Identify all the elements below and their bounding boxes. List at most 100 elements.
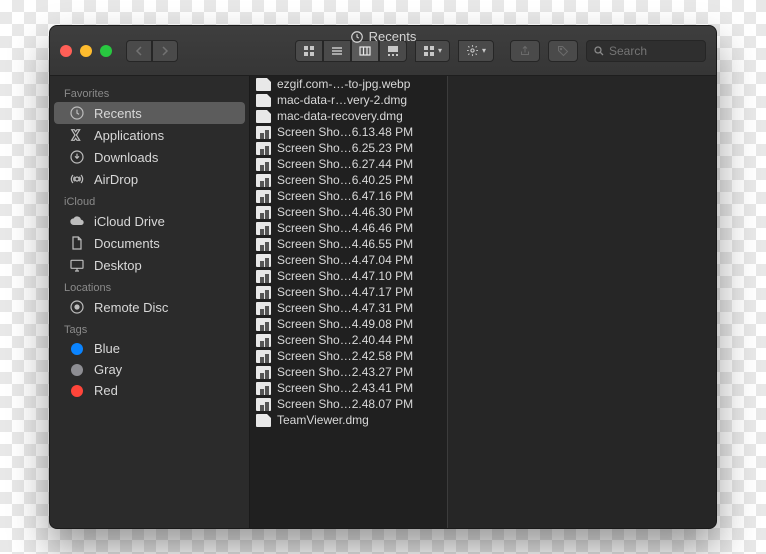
fullscreen-button[interactable] xyxy=(100,45,112,57)
view-list-button[interactable] xyxy=(323,40,351,62)
tag-button[interactable] xyxy=(548,40,578,62)
file-name: mac-data-r…very-2.dmg xyxy=(277,93,441,107)
image-icon xyxy=(256,206,271,219)
sidebar-item-red[interactable]: Red xyxy=(54,380,245,401)
file-name: Screen Sho…4.46.55 PM xyxy=(277,237,441,251)
image-icon xyxy=(256,158,271,171)
file-name: Screen Sho…4.46.30 PM xyxy=(277,205,441,219)
document-icon xyxy=(256,78,271,91)
image-icon xyxy=(256,382,271,395)
image-icon xyxy=(256,302,271,315)
sidebar-section-header: Favorites xyxy=(50,82,249,102)
sidebar-item-documents[interactable]: Documents xyxy=(54,232,245,254)
sidebar: FavoritesRecents Applications Downloads Air… xyxy=(50,76,250,528)
file-row[interactable]: Screen Sho…4.46.55 PM xyxy=(250,236,447,252)
group-button[interactable]: ▾ xyxy=(415,40,450,62)
file-row[interactable]: Screen Sho…6.27.44 PM xyxy=(250,156,447,172)
nav-buttons xyxy=(126,40,178,62)
sidebar-item-label: Gray xyxy=(94,362,122,377)
titlebar: Recents xyxy=(50,26,716,76)
view-mode-segment xyxy=(295,40,407,62)
sidebar-item-downloads[interactable]: Downloads xyxy=(54,146,245,168)
file-row[interactable]: Screen Sho…2.40.44 PM xyxy=(250,332,447,348)
file-row[interactable]: Screen Sho…6.40.25 PM xyxy=(250,172,447,188)
disc-icon xyxy=(68,299,86,315)
file-row[interactable]: TeamViewer.dmg xyxy=(250,412,447,428)
traffic-lights xyxy=(60,45,112,57)
image-icon xyxy=(256,238,271,251)
file-name: Screen Sho…4.49.08 PM xyxy=(277,317,441,331)
view-gallery-button[interactable] xyxy=(379,40,407,62)
file-name: Screen Sho…6.13.48 PM xyxy=(277,125,441,139)
sidebar-item-icloud-drive[interactable]: iCloud Drive xyxy=(54,210,245,232)
close-button[interactable] xyxy=(60,45,72,57)
view-columns-button[interactable] xyxy=(351,40,379,62)
file-row[interactable]: mac-data-recovery.dmg xyxy=(250,108,447,124)
file-row[interactable]: Screen Sho…6.13.48 PM xyxy=(250,124,447,140)
file-row[interactable]: Screen Sho…4.46.30 PM xyxy=(250,204,447,220)
file-row[interactable]: Screen Sho…6.47.16 PM xyxy=(250,188,447,204)
file-name: mac-data-recovery.dmg xyxy=(277,109,441,123)
file-name: Screen Sho…4.47.04 PM xyxy=(277,253,441,267)
clock-icon xyxy=(68,105,86,121)
file-row[interactable]: Screen Sho…2.43.27 PM xyxy=(250,364,447,380)
sidebar-item-remote-disc[interactable]: Remote Disc xyxy=(54,296,245,318)
sidebar-item-desktop[interactable]: Desktop xyxy=(54,254,245,276)
file-row[interactable]: mac-data-r…very-2.dmg xyxy=(250,92,447,108)
file-name: Screen Sho…2.43.27 PM xyxy=(277,365,441,379)
file-row[interactable]: Screen Sho…4.47.10 PM xyxy=(250,268,447,284)
cloud-icon xyxy=(68,213,86,229)
finder-window: Recents xyxy=(49,25,717,529)
file-row[interactable]: Screen Sho…4.47.17 PM xyxy=(250,284,447,300)
image-icon xyxy=(256,286,271,299)
image-icon xyxy=(256,254,271,267)
document-icon xyxy=(256,414,271,427)
file-row[interactable]: Screen Sho…2.42.58 PM xyxy=(250,348,447,364)
sidebar-section-header: iCloud xyxy=(50,190,249,210)
image-icon xyxy=(256,190,271,203)
sidebar-item-label: Desktop xyxy=(94,258,142,273)
file-row[interactable]: Screen Sho…4.46.46 PM xyxy=(250,220,447,236)
sidebar-item-gray[interactable]: Gray xyxy=(54,359,245,380)
toolbar-right xyxy=(510,40,706,62)
forward-button[interactable] xyxy=(152,40,178,62)
file-row[interactable]: Screen Sho…4.47.04 PM xyxy=(250,252,447,268)
window-body: FavoritesRecents Applications Downloads Air… xyxy=(50,76,716,528)
image-icon xyxy=(256,334,271,347)
tag-icon xyxy=(68,385,86,397)
file-column[interactable]: ezgif.com-…-to-jpg.webp mac-data-r…very-2… xyxy=(250,76,448,528)
sidebar-item-label: Downloads xyxy=(94,150,158,165)
file-row[interactable]: ezgif.com-…-to-jpg.webp xyxy=(250,76,447,92)
file-name: Screen Sho…6.25.23 PM xyxy=(277,141,441,155)
file-name: Screen Sho…4.47.17 PM xyxy=(277,285,441,299)
sidebar-item-airdrop[interactable]: AirDrop xyxy=(54,168,245,190)
document-icon xyxy=(256,94,271,107)
sidebar-item-recents[interactable]: Recents xyxy=(54,102,245,124)
file-row[interactable]: Screen Sho…4.49.08 PM xyxy=(250,316,447,332)
search-field[interactable] xyxy=(586,40,706,62)
sidebar-item-label: Remote Disc xyxy=(94,300,168,315)
file-name: Screen Sho…6.47.16 PM xyxy=(277,189,441,203)
file-name: Screen Sho…4.46.46 PM xyxy=(277,221,441,235)
image-icon xyxy=(256,142,271,155)
image-icon xyxy=(256,366,271,379)
search-input[interactable] xyxy=(609,44,689,58)
back-button[interactable] xyxy=(126,40,152,62)
minimize-button[interactable] xyxy=(80,45,92,57)
file-row[interactable]: Screen Sho…4.47.31 PM xyxy=(250,300,447,316)
action-button[interactable]: ▾ xyxy=(458,40,494,62)
sidebar-item-label: Applications xyxy=(94,128,164,143)
view-icons-button[interactable] xyxy=(295,40,323,62)
file-name: Screen Sho…2.40.44 PM xyxy=(277,333,441,347)
image-icon xyxy=(256,398,271,411)
file-name: Screen Sho…2.42.58 PM xyxy=(277,349,441,363)
file-name: ezgif.com-…-to-jpg.webp xyxy=(277,77,441,91)
share-button[interactable] xyxy=(510,40,540,62)
file-name: Screen Sho…6.27.44 PM xyxy=(277,157,441,171)
action-segment: ▾ xyxy=(458,40,494,62)
file-row[interactable]: Screen Sho…2.48.07 PM xyxy=(250,396,447,412)
file-row[interactable]: Screen Sho…6.25.23 PM xyxy=(250,140,447,156)
sidebar-item-blue[interactable]: Blue xyxy=(54,338,245,359)
file-row[interactable]: Screen Sho…2.43.41 PM xyxy=(250,380,447,396)
sidebar-item-applications[interactable]: Applications xyxy=(54,124,245,146)
